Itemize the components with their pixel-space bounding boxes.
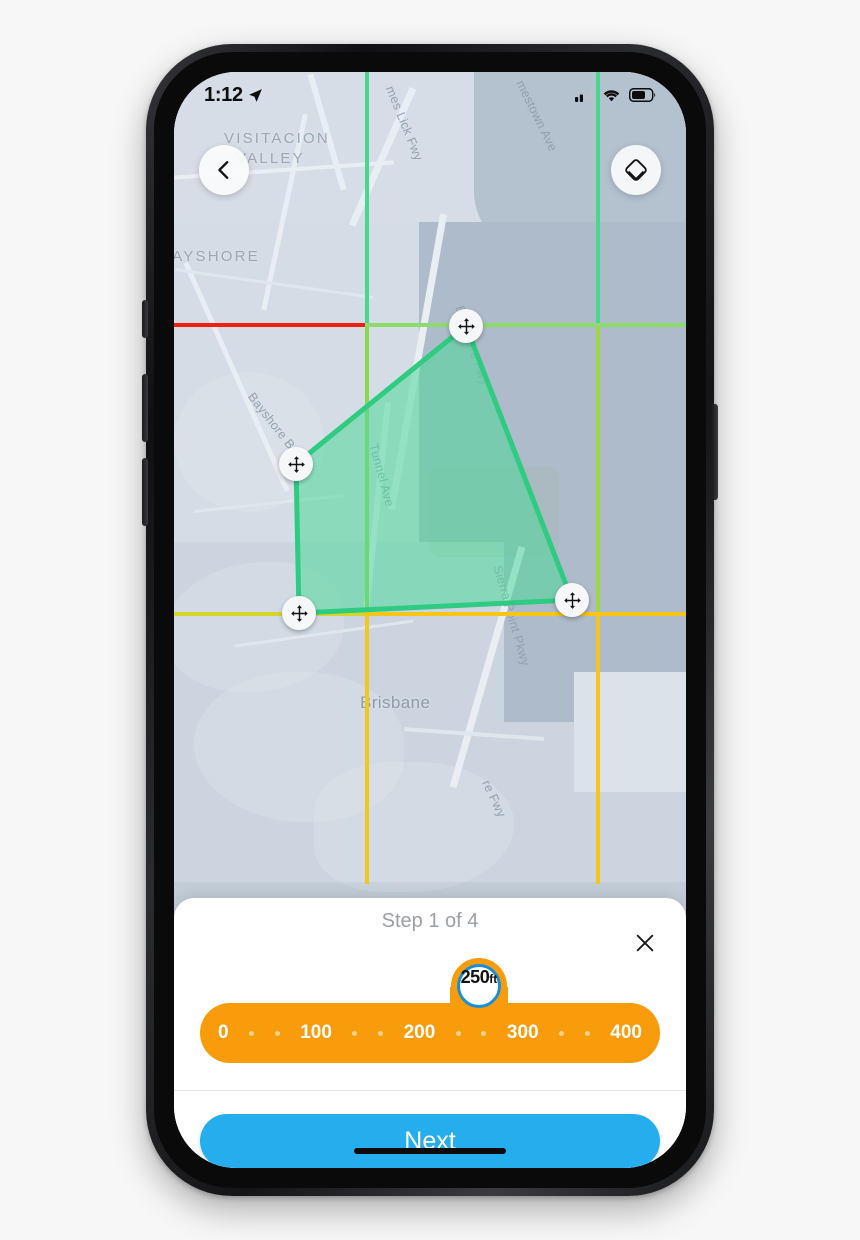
close-button[interactable] xyxy=(630,928,660,958)
phone-screen: VISITACION VALLEY BAYSHORE Brisbane mes … xyxy=(174,72,686,1168)
phone-device-frame: VISITACION VALLEY BAYSHORE Brisbane mes … xyxy=(142,44,718,1196)
slider-tick-label: 200 xyxy=(403,1022,436,1043)
map-land-pier xyxy=(574,672,686,792)
polygon-vertex-handle[interactable] xyxy=(282,596,316,630)
slider-tick-label: 100 xyxy=(300,1022,332,1043)
slider-unit: ft xyxy=(489,972,498,986)
home-indicator xyxy=(354,1148,506,1154)
map-area-label: VISITACION xyxy=(224,130,330,147)
map-hill-4 xyxy=(174,372,324,512)
step-title: Step 1 of 4 xyxy=(381,910,479,932)
grid-line-vertical-yellowgreen xyxy=(596,325,600,614)
status-bar-left: 1:12 xyxy=(204,84,264,107)
close-x-icon xyxy=(636,934,654,952)
status-bar: 1:12 xyxy=(174,72,686,118)
slider-tick-label: 0 xyxy=(218,1022,229,1043)
grid-line-horizontal-yellow xyxy=(365,612,686,616)
map-layers-icon xyxy=(625,159,647,181)
grid-line-vertical-yellow xyxy=(596,614,600,884)
move-handle-icon xyxy=(457,317,475,335)
sheet-divider xyxy=(174,1090,686,1091)
move-handle-icon xyxy=(563,591,581,609)
polygon-vertex-handle[interactable] xyxy=(555,583,589,617)
grid-line-vertical-yellow xyxy=(365,614,369,884)
slider-thumb-face: 250 ft xyxy=(456,964,501,1008)
polygon-vertex-handle[interactable] xyxy=(449,309,483,343)
slider-tick-label: 400 xyxy=(610,1022,642,1043)
polygon-vertex-handle[interactable] xyxy=(279,447,313,481)
move-handle-icon xyxy=(290,604,308,622)
location-arrow-icon xyxy=(248,88,262,102)
cellular-signal-icon xyxy=(575,89,593,102)
bottom-sheet: Step 1 of 4 0 100 200 300 400 250 ft Nex… xyxy=(174,898,686,1168)
volume-down-button[interactable] xyxy=(142,458,148,526)
map-place-label: Brisbane xyxy=(360,693,431,712)
slider-tick-label: 300 xyxy=(506,1022,539,1043)
status-bar-right xyxy=(575,88,656,102)
move-handle-icon xyxy=(287,455,305,473)
next-button[interactable]: Next xyxy=(200,1114,660,1168)
battery-icon xyxy=(629,88,656,102)
slider-tick-dot xyxy=(455,1030,461,1036)
status-bar-time: 1:12 xyxy=(204,83,243,106)
distance-slider[interactable]: 0 100 200 300 400 250 ft xyxy=(200,958,660,1063)
map-area-label: BAYSHORE xyxy=(174,248,260,265)
slider-tick-dot xyxy=(559,1030,565,1036)
chevron-left-icon xyxy=(218,161,229,179)
slider-value: 250 xyxy=(460,967,490,987)
slider-tick-dot xyxy=(352,1030,358,1036)
slider-tick-dot xyxy=(274,1030,280,1036)
wifi-icon xyxy=(603,90,620,102)
map-layers-button[interactable] xyxy=(611,145,661,195)
slider-tick-scale: 0 100 200 300 400 xyxy=(200,1003,660,1063)
silent-switch[interactable] xyxy=(142,300,148,338)
slider-tick-dot xyxy=(584,1030,590,1036)
grid-line-horizontal-yellowgreen xyxy=(174,612,367,616)
power-button[interactable] xyxy=(712,404,718,500)
volume-up-button[interactable] xyxy=(142,374,148,442)
map-park-area xyxy=(429,467,559,557)
grid-line-horizontal-red xyxy=(174,323,367,327)
slider-tick-dot xyxy=(481,1030,487,1036)
grid-line-horizontal-green xyxy=(365,323,686,327)
slider-tick-dot xyxy=(378,1030,384,1036)
slider-thumb[interactable]: 250 ft xyxy=(450,958,507,1014)
grid-line-vertical-yellowgreen xyxy=(365,325,369,614)
slider-tick-dot xyxy=(249,1030,255,1036)
back-button[interactable] xyxy=(199,145,249,195)
